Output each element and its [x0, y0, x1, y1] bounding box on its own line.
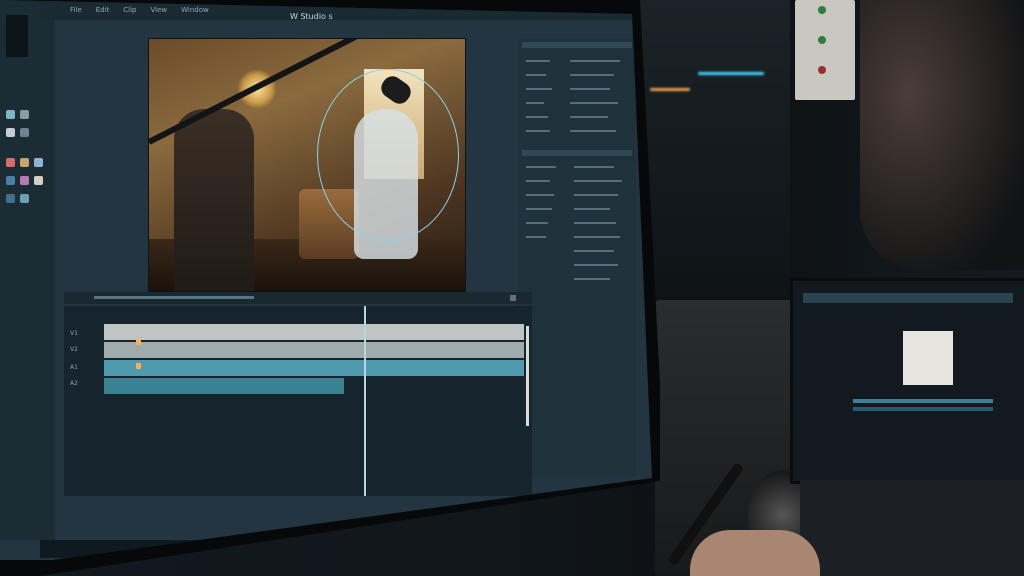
photo-scene: File Edit Clip View Window W Studio s V1… [0, 0, 1024, 576]
swatch-navy[interactable] [6, 176, 15, 185]
timeline-scrollbar[interactable] [526, 326, 529, 426]
shelf-light-orange [650, 88, 690, 91]
property-row[interactable] [526, 60, 550, 62]
effect-row[interactable] [574, 208, 610, 210]
timeline-settings-icon[interactable] [510, 295, 516, 301]
swatch-purple[interactable] [20, 176, 29, 185]
clip-track-v2[interactable] [104, 342, 524, 358]
left-tool-panel [0, 0, 55, 540]
tool-icon[interactable] [6, 128, 15, 137]
property-row[interactable] [526, 116, 548, 118]
wall-panel [795, 0, 855, 100]
property-row[interactable] [570, 88, 610, 90]
effect-row[interactable] [574, 236, 620, 238]
clip-track-v1[interactable] [104, 324, 524, 340]
effect-row[interactable] [574, 264, 618, 266]
menu-bar: File Edit Clip View Window [40, 0, 652, 20]
properties-panel [518, 38, 636, 476]
monitor-bezel: File Edit Clip View Window W Studio s V1… [0, 0, 660, 576]
property-row[interactable] [570, 60, 620, 62]
effect-row[interactable] [526, 194, 554, 196]
swatch-sky[interactable] [20, 194, 29, 203]
menu-clip[interactable]: Clip [123, 6, 136, 14]
clip-track-a1[interactable] [104, 360, 524, 376]
property-row[interactable] [570, 130, 616, 132]
effect-row[interactable] [574, 166, 614, 168]
effect-row[interactable] [574, 194, 618, 196]
timeline-panel: V1 V2 A1 A2 [64, 306, 532, 496]
effect-row[interactable] [574, 250, 614, 252]
tool-icon[interactable] [20, 128, 29, 137]
laptop-toolbar [803, 293, 1013, 303]
wall-led-red [818, 66, 826, 74]
property-row[interactable] [526, 102, 544, 104]
mask-selection[interactable] [317, 69, 459, 241]
property-row[interactable] [570, 74, 614, 76]
laptop-track [853, 399, 993, 403]
keyframe-marker[interactable] [136, 363, 141, 369]
tool-icon[interactable] [20, 110, 29, 119]
property-row[interactable] [570, 116, 608, 118]
effect-row[interactable] [526, 222, 548, 224]
track-label-v2: V2 [70, 346, 78, 353]
menu-view[interactable]: View [151, 6, 168, 14]
properties-header [522, 42, 632, 48]
property-row[interactable] [570, 102, 618, 104]
keyframe-marker[interactable] [136, 339, 141, 345]
timeline-tabs[interactable] [94, 296, 254, 299]
video-viewer[interactable] [148, 38, 466, 292]
thumbnail-preview[interactable] [6, 15, 28, 57]
swatch-gold[interactable] [20, 158, 29, 167]
wall-led-green [818, 6, 826, 14]
property-row[interactable] [526, 130, 550, 132]
laptop-screen [790, 278, 1024, 484]
swatch-teal[interactable] [6, 194, 15, 203]
menu-window[interactable]: Window [181, 6, 209, 14]
laptop-keyboard [800, 480, 1024, 576]
swatch-blue[interactable] [34, 158, 43, 167]
clip-track-a2[interactable] [104, 378, 344, 394]
property-row[interactable] [526, 88, 552, 90]
effects-header [522, 150, 632, 156]
effect-row[interactable] [526, 180, 550, 182]
tool-icon[interactable] [6, 110, 15, 119]
playhead[interactable] [364, 306, 366, 496]
editor-person [860, 0, 1024, 270]
effect-row[interactable] [574, 222, 616, 224]
track-label-a1: A1 [70, 364, 78, 371]
effect-row[interactable] [574, 278, 610, 280]
effect-row[interactable] [526, 236, 546, 238]
effect-row[interactable] [526, 166, 556, 168]
app-icon-1[interactable] [176, 544, 186, 554]
wall-led-green [818, 36, 826, 44]
property-row[interactable] [526, 74, 546, 76]
shelf-light-cyan [698, 72, 764, 75]
menu-file[interactable]: File [70, 6, 82, 14]
scene-actor [174, 109, 254, 291]
effect-row[interactable] [574, 180, 622, 182]
swatch-grey[interactable] [34, 176, 43, 185]
laptop-track [853, 407, 993, 411]
menu-edit[interactable]: Edit [96, 6, 110, 14]
track-label-v1: V1 [70, 330, 78, 337]
background-shelf [640, 0, 790, 300]
editor-hand [690, 530, 820, 576]
document-title: W Studio s [290, 12, 333, 21]
swatch-red[interactable] [6, 158, 15, 167]
editor-screen: File Edit Clip View Window W Studio s V1… [0, 0, 652, 560]
timeline-toolbar [64, 292, 532, 304]
laptop-preview [903, 331, 953, 385]
effect-row[interactable] [526, 208, 552, 210]
track-label-a2: A2 [70, 380, 78, 387]
